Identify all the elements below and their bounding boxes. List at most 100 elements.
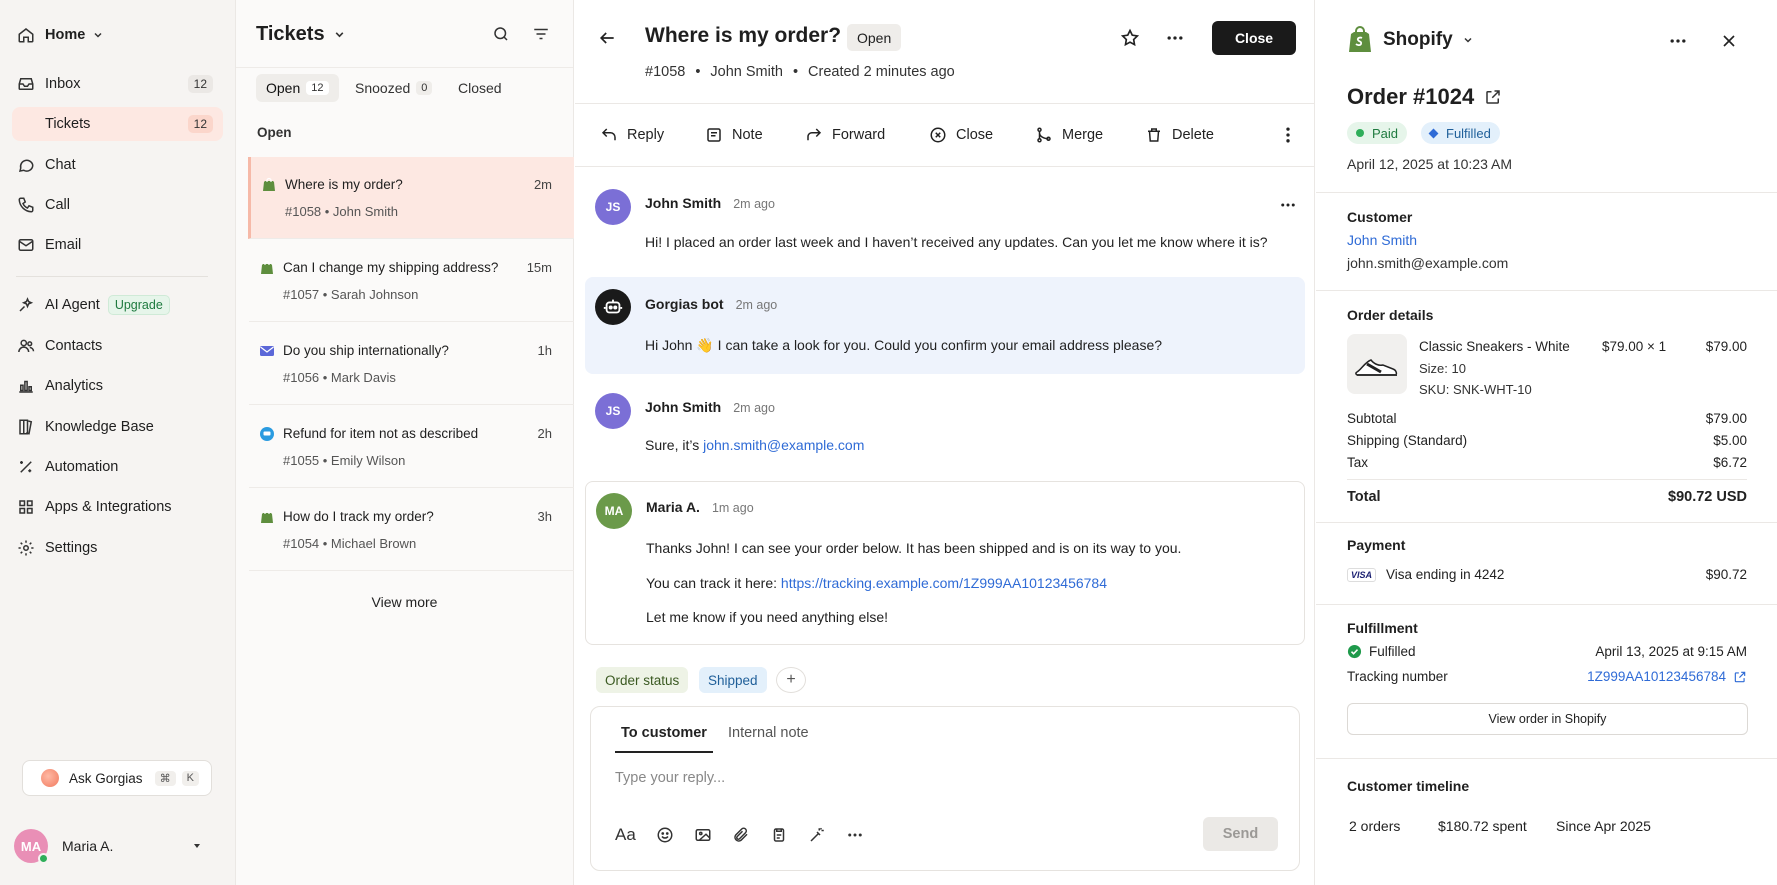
tag-shipped[interactable]: Shipped xyxy=(699,667,767,693)
status-badge[interactable]: Open xyxy=(847,24,902,51)
product-line-total: $79.00 xyxy=(1705,339,1747,354)
delete-button[interactable]: Delete xyxy=(1145,124,1214,146)
product-name: Classic Sneakers - White xyxy=(1419,339,1570,354)
emoji-icon[interactable] xyxy=(656,826,674,844)
filter-icon[interactable] xyxy=(532,25,550,43)
header-divider xyxy=(575,103,1315,104)
apps-grid-icon xyxy=(17,498,35,516)
nav-call[interactable]: Call xyxy=(12,188,223,222)
upgrade-badge[interactable]: Upgrade xyxy=(107,295,170,315)
search-icon[interactable] xyxy=(492,25,510,43)
timeline-since: Since Apr 2025 xyxy=(1556,818,1651,834)
tab-closed[interactable]: Closed xyxy=(448,74,512,102)
magic-wand-icon[interactable] xyxy=(808,826,826,844)
user-name: Maria A. xyxy=(62,838,114,854)
shortcut-key-k: K xyxy=(181,770,199,786)
bot-icon xyxy=(595,289,631,325)
nav-apps-integrations[interactable]: Apps & Integrations xyxy=(12,490,223,524)
shipping-label: Shipping (Standard) xyxy=(1347,433,1468,448)
ticket-customer[interactable]: John Smith xyxy=(710,64,783,80)
email-link[interactable]: john.smith@example.com xyxy=(703,437,864,453)
tracking-link[interactable]: 1Z999AA10123456784 xyxy=(1587,669,1747,684)
vertical-more-icon[interactable] xyxy=(1280,125,1296,145)
nav-contacts[interactable]: Contacts xyxy=(12,329,223,363)
tax-row: Tax $6.72 xyxy=(1347,455,1747,470)
close-label: Close xyxy=(956,127,994,143)
reply-button[interactable]: Reply xyxy=(600,124,664,146)
ticket-row[interactable]: How do I track my order? #1054 • Michael… xyxy=(249,489,574,571)
nav-ai-agent[interactable]: AI Agent Upgrade xyxy=(12,288,223,322)
message-body-line: Let me know if you need anything else! xyxy=(646,609,889,625)
ticket-row[interactable]: Refund for item not as described #1055 •… xyxy=(249,406,574,488)
tab-open-count: 12 xyxy=(306,81,329,95)
user-menu[interactable]: MA Maria A. xyxy=(14,828,204,864)
ticket-list-header[interactable]: Tickets xyxy=(256,23,345,46)
ticket-row[interactable]: Do you ship internationally? #1056 • Mar… xyxy=(249,323,574,405)
fulfilled-diamond-icon xyxy=(1428,128,1439,138)
send-button[interactable]: Send xyxy=(1203,817,1278,851)
nav-automation-label: Automation xyxy=(45,459,119,475)
chat-icon xyxy=(17,156,35,174)
close-button[interactable]: Close xyxy=(929,124,993,146)
paid-label: Paid xyxy=(1372,125,1399,141)
message-more-icon[interactable] xyxy=(1279,196,1297,214)
tracking-number[interactable]: 1Z999AA10123456784 xyxy=(1587,669,1726,684)
add-tag-button[interactable]: + xyxy=(776,667,806,693)
ticket-row[interactable]: Where is my order? #1058 • John Smith 2m xyxy=(248,157,574,239)
subtotal-value: $79.00 xyxy=(1705,411,1747,426)
product-sku: SKU: SNK-WHT-10 xyxy=(1419,382,1532,397)
tab-to-customer[interactable]: To customer xyxy=(615,725,713,753)
keyboard-shortcut: ⌘ K xyxy=(154,770,199,786)
text-format-icon[interactable]: Aa xyxy=(615,825,636,845)
tab-internal-note[interactable]: Internal note xyxy=(728,725,809,741)
close-icon[interactable] xyxy=(1719,31,1739,51)
message-agent: MA Maria A. 1m ago Thanks John! I can se… xyxy=(585,481,1305,645)
attachment-icon[interactable] xyxy=(732,826,750,844)
note-button[interactable]: Note xyxy=(705,124,763,146)
ticket-id: #1058 xyxy=(645,64,686,80)
sender-name[interactable]: John Smith xyxy=(645,195,721,211)
nav-inbox[interactable]: Inbox 12 xyxy=(12,67,223,101)
star-icon[interactable] xyxy=(1120,28,1140,48)
reply-composer: To customer Internal note Type your repl… xyxy=(590,706,1300,871)
nav-analytics[interactable]: Analytics xyxy=(12,369,223,403)
subtotal-row: Subtotal $79.00 xyxy=(1347,411,1747,426)
back-arrow-icon[interactable] xyxy=(597,28,617,48)
ticket-row[interactable]: Can I change my shipping address? #1057 … xyxy=(249,240,574,322)
tab-snoozed[interactable]: Snoozed 0 xyxy=(345,74,442,102)
more-options-icon[interactable] xyxy=(1668,31,1688,51)
merge-button[interactable]: Merge xyxy=(1035,124,1103,146)
store-selector[interactable]: Shopify xyxy=(1347,26,1473,54)
more-options-icon[interactable] xyxy=(846,826,864,844)
tracking-link[interactable]: https://tracking.example.com/1Z999AA1012… xyxy=(781,575,1107,591)
reply-input[interactable]: Type your reply... xyxy=(615,770,725,786)
image-icon[interactable] xyxy=(694,826,712,844)
macro-icon[interactable] xyxy=(770,826,788,844)
nav-settings[interactable]: Settings xyxy=(12,531,223,565)
more-options-icon[interactable] xyxy=(1165,28,1185,48)
mail-icon xyxy=(259,343,275,359)
avatar: MA xyxy=(14,829,49,864)
tag-order-status[interactable]: Order status xyxy=(596,667,689,693)
customer-email: john.smith@example.com xyxy=(1347,255,1509,271)
nav-home[interactable]: Home xyxy=(12,18,223,52)
totals-divider xyxy=(1347,479,1747,480)
external-link-icon[interactable] xyxy=(1484,88,1502,106)
nav-email[interactable]: Email xyxy=(12,228,223,262)
nav-tickets[interactable]: Tickets 12 xyxy=(12,107,223,141)
forward-button[interactable]: Forward xyxy=(805,124,885,146)
view-more-button[interactable]: View more xyxy=(236,594,573,610)
close-ticket-button[interactable]: Close xyxy=(1212,21,1296,55)
customer-name-link[interactable]: John Smith xyxy=(1347,232,1417,248)
nav-chat[interactable]: Chat xyxy=(12,148,223,182)
ask-gorgias-button[interactable]: Ask Gorgias ⌘ K xyxy=(22,760,212,796)
reply-icon xyxy=(601,128,616,141)
tab-open[interactable]: Open 12 xyxy=(256,74,339,102)
external-link-icon[interactable] xyxy=(1733,670,1747,684)
sender-name[interactable]: John Smith xyxy=(645,399,721,415)
nav-knowledge-base[interactable]: Knowledge Base xyxy=(12,410,223,444)
nav-automation[interactable]: Automation xyxy=(12,450,223,484)
chevron-down-icon xyxy=(1463,35,1473,45)
ticket-title: Where is my order? xyxy=(645,24,842,47)
view-order-button[interactable]: View order in Shopify xyxy=(1347,703,1748,735)
